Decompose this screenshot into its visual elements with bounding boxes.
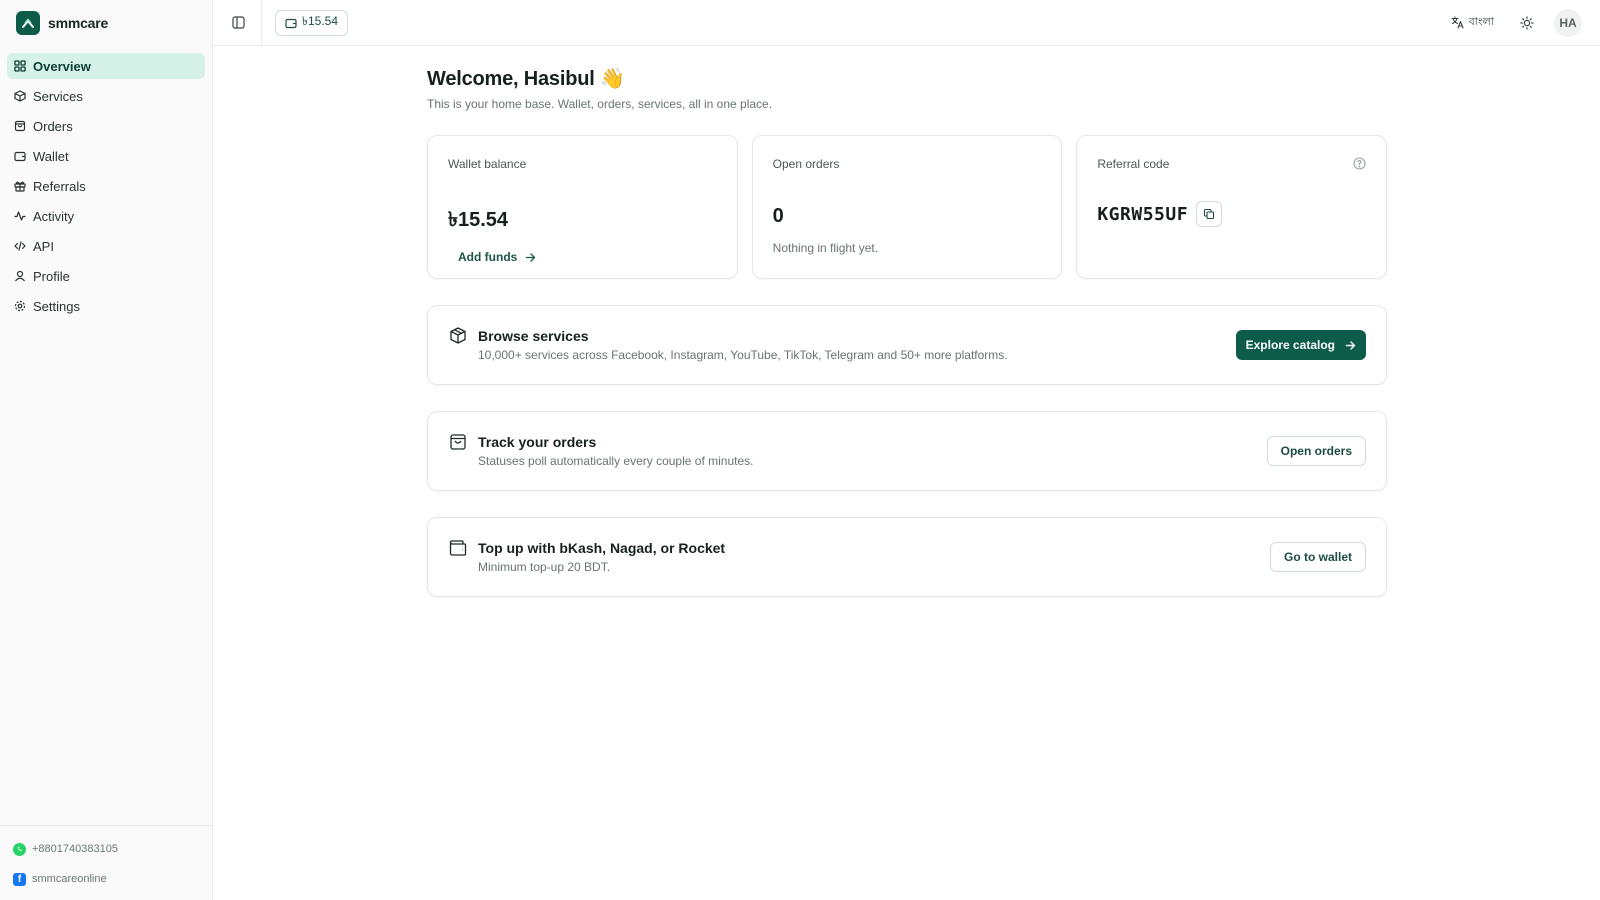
language-label: বাংলা xyxy=(1468,16,1494,28)
sidebar-nav: Overview Services Orders Wallet Referral… xyxy=(0,46,212,319)
package-icon xyxy=(14,90,26,102)
sidebar-toggle-button[interactable] xyxy=(227,12,249,34)
sidebar-item-label: Activity xyxy=(33,208,75,224)
gift-icon xyxy=(14,180,26,192)
whatsapp-contact[interactable]: +8801740383105 xyxy=(13,834,212,864)
dashboard-content: Welcome, Hasibul 👋 This is your home bas… xyxy=(427,66,1388,597)
help-icon[interactable] xyxy=(1353,157,1366,170)
grid-icon xyxy=(14,60,26,72)
code-icon xyxy=(14,240,26,252)
explore-catalog-button[interactable]: Explore catalog xyxy=(1235,330,1366,360)
sidebar-item-api[interactable]: API xyxy=(7,233,205,259)
copy-icon xyxy=(1203,208,1215,220)
stat-label: Referral code xyxy=(1097,157,1170,171)
open-orders-button[interactable]: Open orders xyxy=(1266,436,1366,466)
referral-code-card: Referral code KGRW55UF xyxy=(1076,135,1388,279)
open-orders-note: Nothing in flight yet. xyxy=(772,241,879,255)
sun-icon xyxy=(1520,15,1534,30)
sidebar-item-label: Orders xyxy=(33,118,73,134)
sidebar-item-label: Profile xyxy=(33,268,70,284)
action-description: 10,000+ services across Facebook, Instag… xyxy=(478,348,1008,362)
sidebar-item-label: API xyxy=(33,238,54,254)
sidebar-item-orders[interactable]: Orders xyxy=(7,113,205,139)
wallet-icon xyxy=(285,18,297,28)
action-description: Statuses poll automatically every couple… xyxy=(478,454,754,468)
copy-button[interactable] xyxy=(1196,201,1223,227)
brand[interactable]: smmcare xyxy=(0,0,212,46)
bag-icon xyxy=(14,120,26,132)
wallet-balance-card: Wallet balance ৳15.54 Add funds xyxy=(427,135,738,279)
sidebar-item-activity[interactable]: Activity xyxy=(7,203,205,229)
balance-chip[interactable]: ৳15.54 xyxy=(275,9,349,36)
sidebar-item-services[interactable]: Services xyxy=(7,83,205,109)
sidebar: smmcare Overview Services Orders Wallet … xyxy=(0,0,213,900)
browse-services-card: Browse services 10,000+ services across … xyxy=(427,305,1387,385)
referral-code: KGRW55UF xyxy=(1097,203,1189,225)
stats-row: Wallet balance ৳15.54 Add funds Open ord… xyxy=(427,135,1388,279)
action-description: Minimum top-up 20 BDT. xyxy=(478,560,611,574)
page-title: Welcome, Hasibul 👋 xyxy=(427,68,625,90)
brand-name: smmcare xyxy=(48,15,109,31)
sidebar-item-label: Referrals xyxy=(33,178,86,194)
logo-icon xyxy=(16,11,40,35)
sidebar-footer: +8801740383105 f smmcareonline xyxy=(0,825,212,900)
bag-icon xyxy=(450,434,466,450)
topbar-actions: বাংলা HA xyxy=(1451,8,1582,37)
open-orders-card: Open orders 0 Nothing in flight yet. xyxy=(751,135,1063,279)
language-switch[interactable]: বাংলা xyxy=(1451,13,1494,32)
sidebar-item-profile[interactable]: Profile xyxy=(7,263,205,289)
action-text: Track your orders Statuses poll automati… xyxy=(478,434,1267,468)
sidebar-item-referrals[interactable]: Referrals xyxy=(7,173,205,199)
facebook-contact[interactable]: f smmcareonline xyxy=(13,864,212,894)
sidebar-item-settings[interactable]: Settings xyxy=(7,293,205,319)
facebook-icon: f xyxy=(13,872,26,886)
wallet-icon xyxy=(449,540,467,556)
theme-toggle-button[interactable] xyxy=(1518,14,1536,32)
sidebar-toggle-icon xyxy=(231,16,245,29)
wallet-icon xyxy=(14,150,26,162)
sidebar-item-label: Settings xyxy=(33,298,80,314)
button-label: Explore catalog xyxy=(1245,338,1335,352)
open-orders-value: 0 xyxy=(772,205,784,227)
page-subtitle: This is your home base. Wallet, orders, … xyxy=(427,97,773,111)
action-title: Top up with bKash, Nagad, or Rocket xyxy=(478,540,726,556)
sidebar-item-label: Wallet xyxy=(33,148,69,164)
facebook-handle: smmcareonline xyxy=(32,873,107,885)
arrow-right-icon xyxy=(1345,340,1356,350)
track-orders-card: Track your orders Statuses poll automati… xyxy=(427,411,1387,491)
add-funds-link[interactable]: Add funds xyxy=(458,250,717,264)
whatsapp-number: +8801740383105 xyxy=(32,843,118,855)
action-text: Browse services 10,000+ services across … xyxy=(478,328,1236,362)
action-title: Browse services xyxy=(478,328,589,344)
user-icon xyxy=(14,270,26,282)
action-text: Top up with bKash, Nagad, or Rocket Mini… xyxy=(478,540,1270,574)
topbar: ৳15.54 বাংলা HA xyxy=(213,0,1600,46)
package-icon xyxy=(450,327,466,344)
sidebar-item-label: Services xyxy=(33,88,83,104)
action-title: Track your orders xyxy=(478,434,597,450)
balance-amount: ৳15.54 xyxy=(302,13,339,28)
topbar-divider xyxy=(261,0,262,46)
avatar[interactable]: HA xyxy=(1554,8,1582,37)
sidebar-item-overview[interactable]: Overview xyxy=(7,53,205,79)
sidebar-item-label: Overview xyxy=(33,58,91,74)
add-funds-label: Add funds xyxy=(458,250,518,264)
wallet-balance-value: ৳15.54 xyxy=(448,209,509,231)
top-up-card: Top up with bKash, Nagad, or Rocket Mini… xyxy=(427,517,1387,597)
referral-row: KGRW55UF xyxy=(1097,201,1366,227)
stat-label: Open orders xyxy=(772,157,840,171)
translate-icon xyxy=(1451,16,1464,29)
activity-icon xyxy=(14,210,26,222)
sidebar-item-wallet[interactable]: Wallet xyxy=(7,143,205,169)
main-area: ৳15.54 বাংলা HA Welcome, Hasibul 👋 This … xyxy=(213,0,1600,900)
gear-icon xyxy=(14,300,26,312)
stat-label: Wallet balance xyxy=(448,157,527,171)
arrow-right-icon xyxy=(526,252,536,262)
whatsapp-icon xyxy=(13,842,26,856)
go-to-wallet-button[interactable]: Go to wallet xyxy=(1269,542,1366,572)
